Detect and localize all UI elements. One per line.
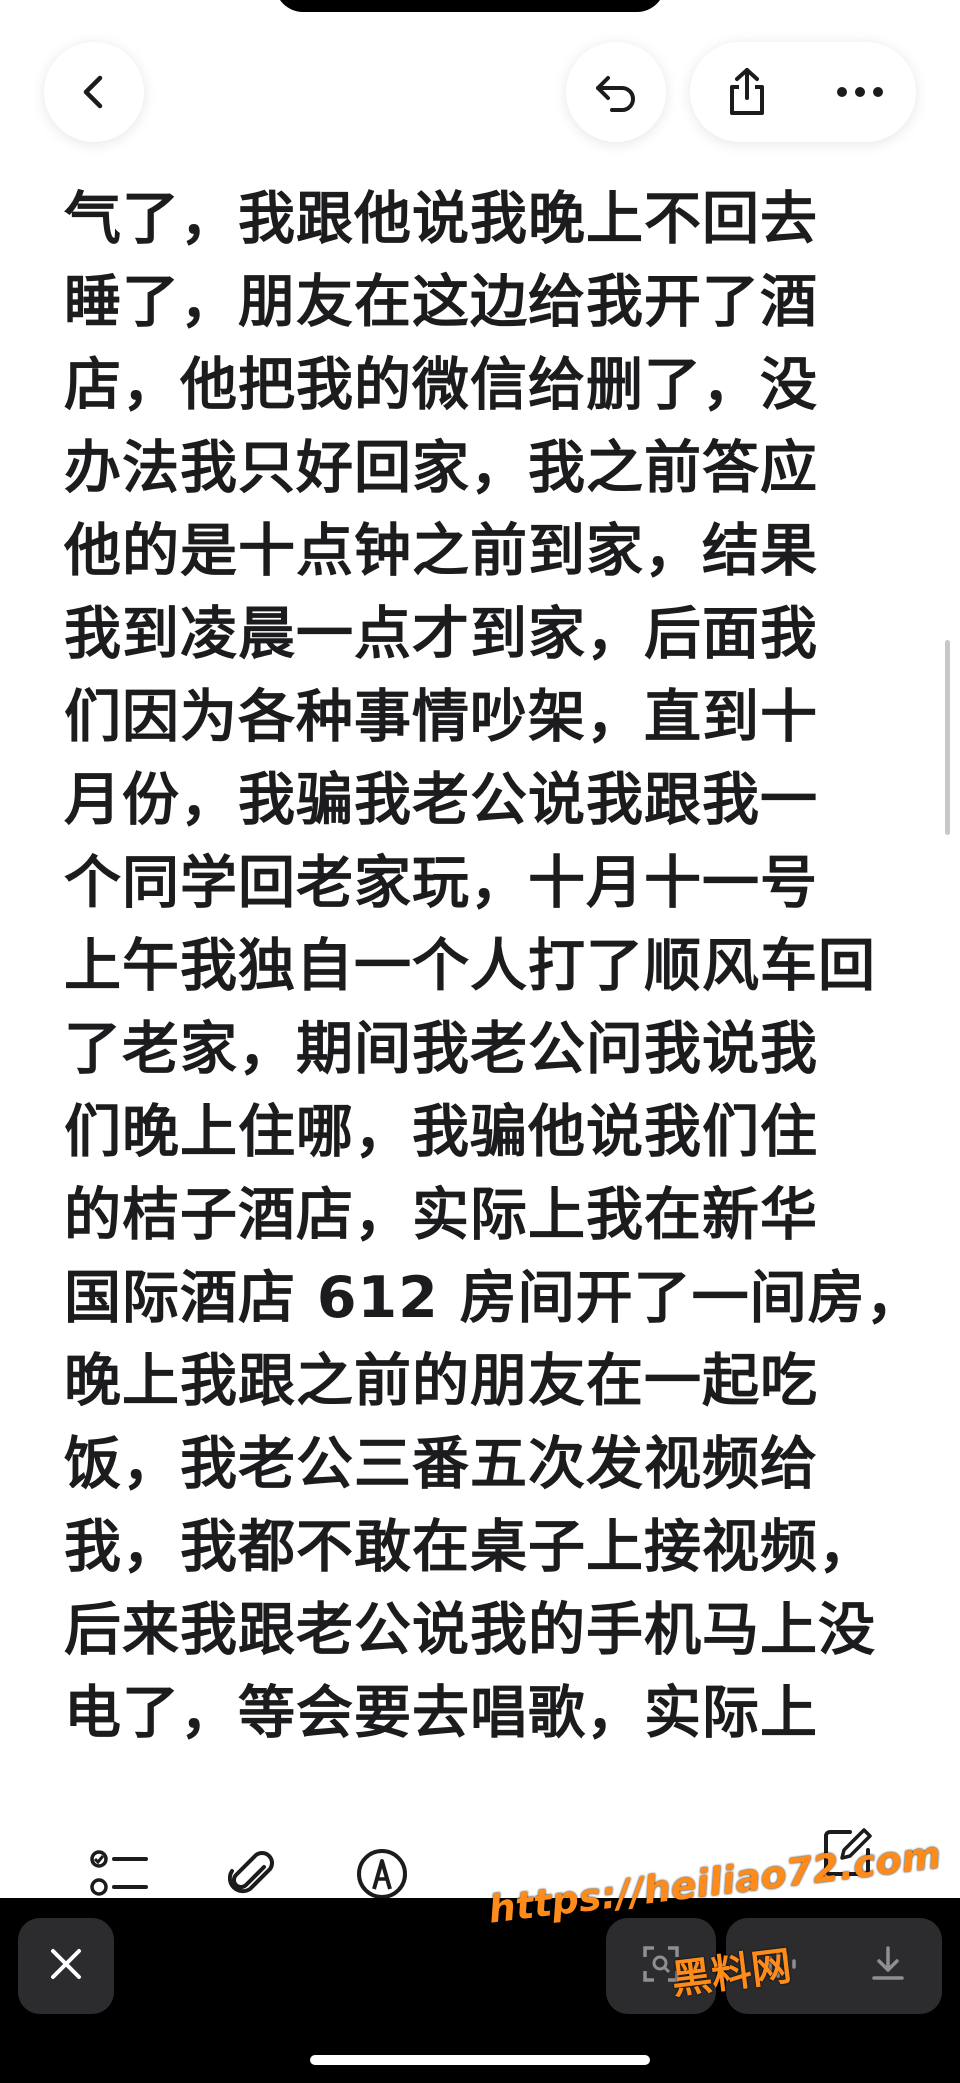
note-line: 们晚上住哪，我骗他说我们住 [64, 1099, 818, 1165]
note-line: 饭，我老公三番五次发视频给 [64, 1431, 818, 1497]
scrollbar[interactable] [945, 640, 950, 835]
note-line: 们因为各种事情吵架，直到十 [64, 684, 818, 750]
share-icon [724, 66, 770, 118]
note-line: 睡了，朋友在这边给我开了酒 [64, 269, 818, 335]
note-line: 晚上我跟之前的朋友在一起吃 [64, 1348, 818, 1414]
note-line: 的桔子酒店，实际上我在新华 [64, 1182, 818, 1248]
undo-icon [592, 68, 640, 116]
dynamic-island [275, 0, 665, 12]
note-line: 我到凌晨一点才到家，后面我 [64, 601, 818, 667]
more-button[interactable] [803, 42, 916, 142]
back-button[interactable] [44, 42, 144, 142]
share-button[interactable] [690, 42, 803, 142]
note-line: 个同学回老家玩，十月十一号 [64, 850, 818, 916]
note-line: 上午我独自一个人打了顺风车回 [64, 933, 876, 999]
note-line: 月份，我骗我老公说我跟我一 [64, 767, 818, 833]
undo-button[interactable] [566, 42, 666, 142]
note-line: 电了，等会要去唱歌，实际上 [64, 1680, 818, 1746]
note-line: 后来我跟老公说我的手机马上没 [64, 1597, 876, 1663]
note-line: 国际酒店 612 房间开了一间房， [64, 1265, 924, 1331]
note-body[interactable]: 气了，我跟他说我晚上不回去 睡了，朋友在这边给我开了酒 店，他把我的微信给删了，… [64, 178, 924, 1755]
share-more-group [690, 42, 916, 142]
note-line: 了老家，期间我老公问我说我 [64, 1016, 818, 1082]
download-icon [868, 1944, 908, 1988]
close-button[interactable] [18, 1918, 114, 2014]
pen-markup-icon [355, 1847, 409, 1905]
download-button[interactable] [834, 1918, 942, 2014]
checklist-icon [90, 1848, 150, 1904]
note-line: 气了，我跟他说我晚上不回去 [64, 186, 818, 252]
more-icon [836, 86, 884, 98]
close-icon [49, 1947, 83, 1985]
home-indicator [310, 2055, 650, 2065]
note-line: 我，我都不敢在桌子上接视频， [64, 1514, 876, 1580]
note-line: 他的是十点钟之前到家，结果 [64, 518, 818, 584]
note-line: 办法我只好回家，我之前答应 [64, 435, 818, 501]
back-icon [74, 72, 114, 112]
note-line: 店，他把我的微信给删了，没 [64, 352, 818, 418]
